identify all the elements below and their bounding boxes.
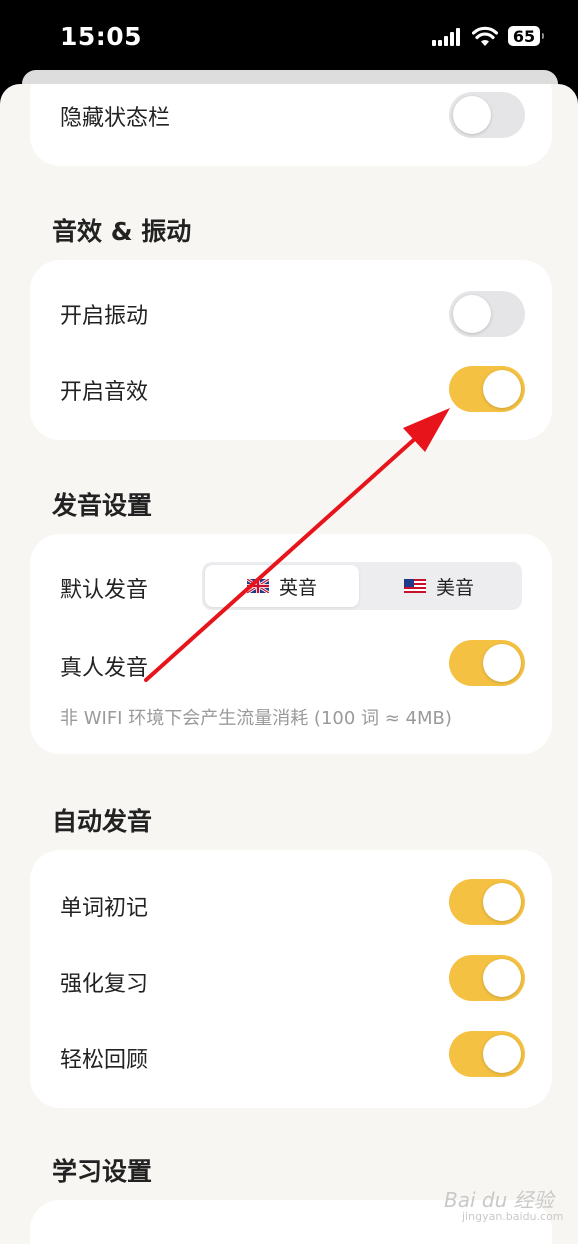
auto-item-label: 单词初记 (60, 896, 149, 921)
pronunciation-title: 发音设置 (52, 491, 153, 520)
sound-vibration-title: 音效 & 振动 (52, 217, 192, 246)
toggle-knob (483, 959, 521, 997)
auto-item-label: 轻松回顾 (60, 1048, 149, 1073)
sound-effect-toggle[interactable] (449, 366, 525, 412)
hide-status-bar-label: 隐藏状态栏 (60, 106, 171, 131)
uk-flag-icon (246, 579, 269, 593)
uk-pronunciation-label: 英音 (278, 576, 317, 599)
battery-icon: 65 (508, 26, 544, 46)
settings-sheet[interactable]: 隐藏状态栏 音效 & 振动 开启振动 开启音效 发音设置 默认发音 英音 美音 … (0, 84, 578, 1244)
us-flag-icon (403, 579, 426, 593)
vibration-label: 开启振动 (60, 304, 149, 329)
watermark-url: jingyan.baidu.com (462, 1210, 564, 1223)
watermark-logo: Bai du 经验 (444, 1188, 554, 1212)
pronunciation-card: 默认发音 英音 美音 真人发音 非 WIFI 环境下会产生流量消耗 (100 词… (30, 534, 552, 754)
toggle-knob (483, 644, 521, 682)
study-settings-title: 学习设置 (52, 1157, 153, 1186)
default-pronunciation-label: 默认发音 (60, 578, 149, 603)
sound-vibration-card: 开启振动 开启音效 (30, 260, 552, 440)
uk-pronunciation-option[interactable]: 英音 (205, 565, 359, 607)
pronunciation-segmented-control: 英音 美音 (202, 562, 522, 610)
sound-effect-label: 开启音效 (60, 380, 149, 405)
real-voice-toggle[interactable] (449, 640, 525, 686)
auto-item-label: 强化复习 (60, 972, 149, 997)
review-toggle[interactable] (449, 955, 525, 1001)
signal-icon (432, 26, 460, 46)
toggle-knob (453, 96, 491, 134)
toggle-knob (483, 370, 521, 408)
data-usage-note: 非 WIFI 环境下会产生流量消耗 (100 词 ≈ 4MB) (60, 708, 452, 729)
display-card: 隐藏状态栏 (30, 84, 552, 166)
wifi-icon (472, 26, 498, 46)
toggle-knob (483, 883, 521, 921)
auto-pronounce-title: 自动发音 (52, 807, 153, 836)
easy-review-toggle[interactable] (449, 1031, 525, 1077)
toggle-knob (453, 295, 491, 333)
auto-pronounce-card: 单词初记 强化复习 轻松回顾 (30, 850, 552, 1108)
vibration-toggle[interactable] (449, 291, 525, 337)
new-words-toggle[interactable] (449, 879, 525, 925)
us-pronunciation-option[interactable]: 美音 (362, 565, 516, 607)
status-bar: 15:05 65 (0, 0, 578, 80)
status-icons: 65 (432, 25, 544, 47)
hide-status-bar-toggle[interactable] (449, 92, 525, 138)
real-voice-label: 真人发音 (60, 656, 149, 681)
status-time: 15:05 (60, 22, 143, 51)
toggle-knob (483, 1035, 521, 1073)
us-pronunciation-label: 美音 (435, 576, 474, 599)
